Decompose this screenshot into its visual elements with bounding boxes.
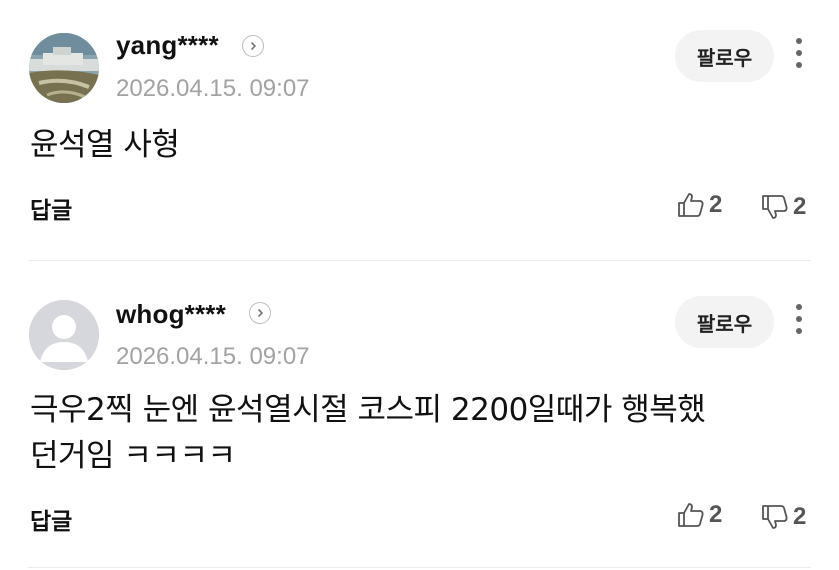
username[interactable]: yang**** (116, 30, 219, 61)
avatar[interactable] (29, 300, 99, 370)
thumbs-down-icon (762, 195, 788, 219)
follow-button[interactable]: 팔로우 (675, 296, 774, 348)
like-button[interactable]: 2 (677, 501, 722, 529)
divider (28, 260, 811, 261)
timestamp: 2026.04.15. 09:07 (116, 343, 310, 370)
divider (28, 567, 811, 568)
vertical-dots-icon[interactable] (788, 302, 810, 338)
comment-body: 극우2찍 눈엔 윤석열시절 코스피 2200일때가 행복했 던거임 ㅋㅋㅋㅋ (30, 392, 706, 474)
follow-button[interactable]: 팔로우 (675, 30, 774, 82)
dislike-count: 2 (793, 503, 807, 530)
dislike-button[interactable]: 2 (761, 193, 806, 221)
reply-button[interactable]: 답글 (30, 502, 72, 536)
timestamp: 2026.04.15. 09:07 (116, 75, 310, 102)
like-count: 2 (709, 191, 723, 218)
avatar[interactable] (29, 33, 99, 103)
chevron-right-circle-icon[interactable] (242, 35, 264, 57)
like-count: 2 (709, 501, 723, 528)
vertical-dots-icon[interactable] (788, 36, 810, 72)
comment-body: 윤석열 사형 (30, 127, 180, 163)
comment-item: yang**** 2026.04.15. 09:07 팔로우 윤석열 사형 답글… (0, 0, 839, 262)
thumbs-up-icon (678, 503, 704, 527)
username[interactable]: whog**** (116, 299, 226, 330)
dislike-count: 2 (793, 193, 807, 220)
like-button[interactable]: 2 (677, 191, 722, 219)
comment-item: whog**** 2026.04.15. 09:07 팔로우 극우2찍 눈엔 윤… (0, 262, 839, 570)
default-person-icon (29, 300, 99, 370)
dislike-button[interactable]: 2 (761, 503, 806, 531)
thumbs-down-icon (762, 505, 788, 529)
reply-button[interactable]: 답글 (30, 191, 72, 225)
chevron-right-circle-icon[interactable] (249, 302, 271, 324)
avatar-image (29, 33, 99, 103)
thumbs-up-icon (678, 193, 704, 217)
